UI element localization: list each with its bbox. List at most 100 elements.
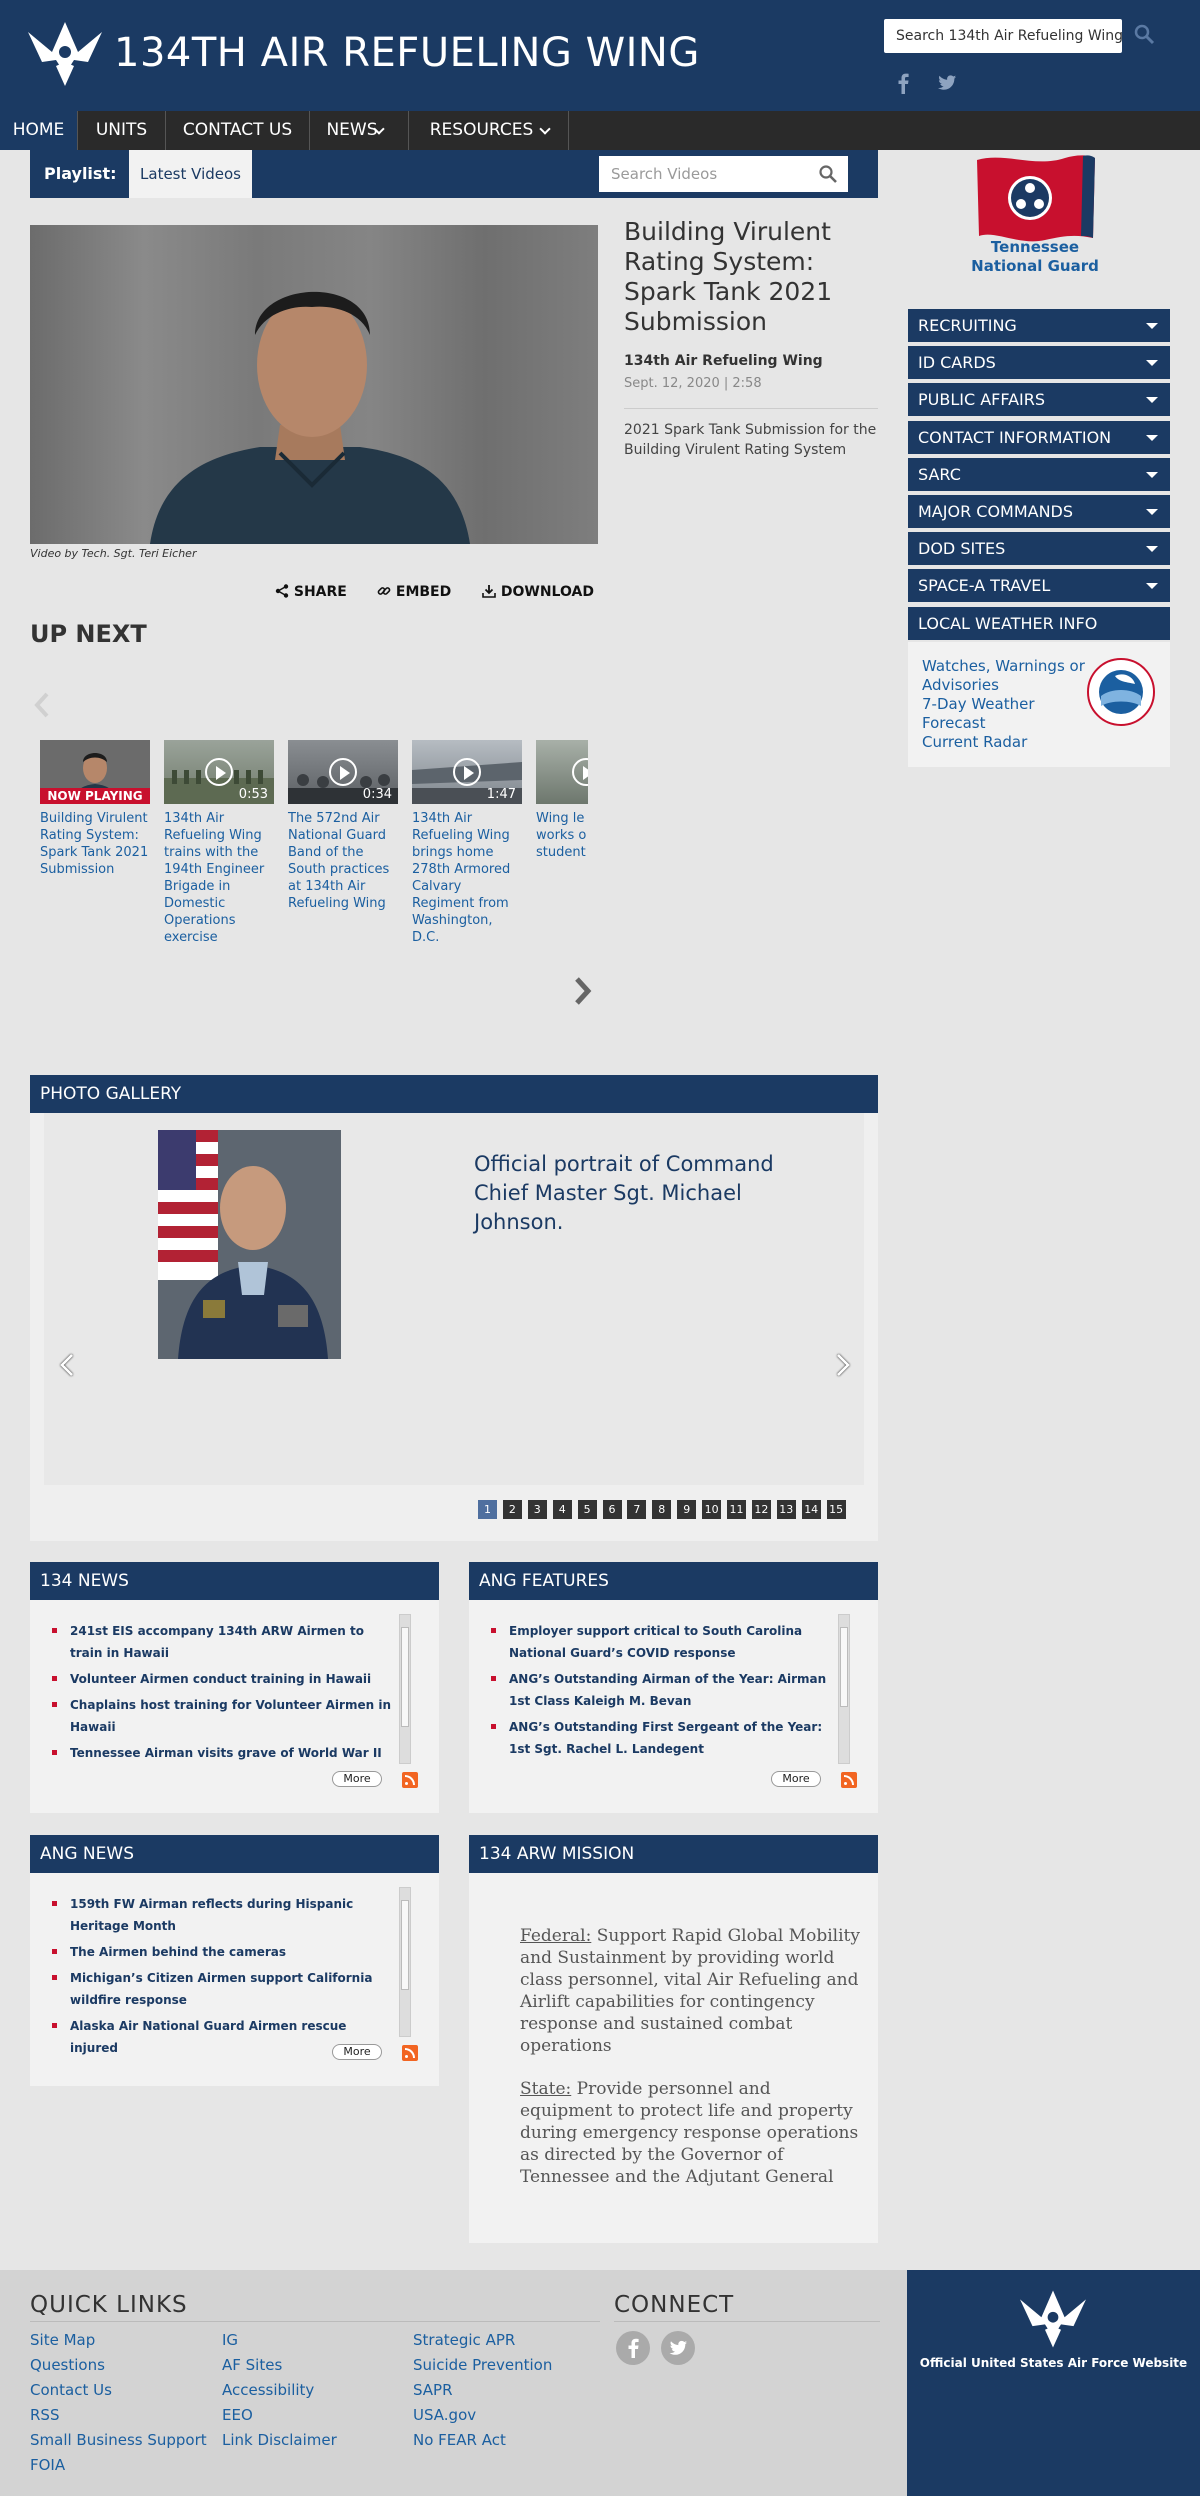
footer-link[interactable]: Site Map <box>30 2331 95 2349</box>
sidebar-item[interactable]: SPACE-A TRAVEL <box>908 569 1170 603</box>
up-next-caption[interactable]: 134th Air Refueling Wing brings home 278… <box>412 810 522 946</box>
news-item[interactable]: Michigan’s Citizen Airmen support Califo… <box>52 1967 392 2011</box>
page-button[interactable]: 3 <box>527 1500 547 1519</box>
up-next-caption[interactable]: Building Virulent Rating System: Spark T… <box>40 810 150 878</box>
scrollbar-thumb[interactable] <box>401 1900 409 1990</box>
rss-icon[interactable] <box>402 2045 418 2061</box>
footer-link[interactable]: SAPR <box>413 2381 453 2399</box>
more-button[interactable]: More <box>332 2044 382 2060</box>
embed-button[interactable]: EMBED <box>377 584 451 600</box>
weather-forecast-link[interactable]: 7-Day Weather Forecast <box>922 695 1087 733</box>
up-next-caption[interactable]: Wing le works o student <box>536 810 588 861</box>
sidebar-item[interactable]: RECRUITING <box>908 309 1170 342</box>
site-search-input[interactable]: Search 134th Air Refueling Wing <box>884 19 1122 53</box>
facebook-icon[interactable] <box>616 2331 650 2365</box>
site-title[interactable]: 134TH AIR REFUELING WING <box>114 30 700 76</box>
footer-link[interactable]: FOIA <box>30 2456 65 2474</box>
rss-icon[interactable] <box>841 1772 857 1788</box>
footer-link[interactable]: Accessibility <box>222 2381 314 2399</box>
rss-icon[interactable] <box>402 1772 418 1788</box>
sidebar-item[interactable]: ID CARDS <box>908 346 1170 380</box>
sidebar-item[interactable]: LOCAL WEATHER INFO <box>908 606 1170 640</box>
news-item[interactable]: 241st EIS accompany 134th ARW Airmen to … <box>52 1620 392 1664</box>
footer-link[interactable]: Suicide Prevention <box>413 2356 552 2374</box>
twitter-icon[interactable] <box>936 72 958 94</box>
up-next-item[interactable]: NOW PLAYING Building Virulent Rating Sys… <box>40 740 150 878</box>
scrollbar[interactable] <box>399 1887 411 2037</box>
page-button[interactable]: 8 <box>652 1500 672 1519</box>
up-next-item[interactable]: 0:53 134th Air Refueling Wing trains wit… <box>164 740 274 946</box>
chevron-left-icon[interactable] <box>58 1352 76 1378</box>
search-icon[interactable] <box>1132 22 1156 46</box>
footer-link[interactable]: No FEAR Act <box>413 2431 506 2449</box>
footer-link[interactable]: USA.gov <box>413 2406 476 2424</box>
news-item[interactable]: 159th FW Airman reflects during Hispanic… <box>52 1893 392 1937</box>
footer-link[interactable]: Questions <box>30 2356 105 2374</box>
up-next-item[interactable]: 0:34 The 572nd Air National Guard Band o… <box>288 740 398 912</box>
footer-link[interactable]: Contact Us <box>30 2381 112 2399</box>
sidebar-item[interactable]: DOD SITES <box>908 532 1170 566</box>
more-button[interactable]: More <box>771 1771 821 1787</box>
page-button[interactable]: 10 <box>702 1500 722 1519</box>
page-button[interactable]: 12 <box>751 1500 771 1519</box>
facebook-icon[interactable] <box>893 72 913 94</box>
news-item[interactable]: The Airmen behind the cameras <box>52 1941 392 1963</box>
up-next-item[interactable]: 1:47 134th Air Refueling Wing brings hom… <box>412 740 522 946</box>
air-force-logo[interactable] <box>28 22 102 86</box>
scrollbar-thumb[interactable] <box>840 1627 848 1707</box>
scrollbar-thumb[interactable] <box>401 1627 409 1727</box>
chevron-right-icon[interactable] <box>834 1352 852 1378</box>
air-force-website-label[interactable]: Official United States Air Force Website <box>907 2356 1200 2370</box>
up-next-item[interactable]: Wing le works o student <box>536 740 588 861</box>
footer-link[interactable]: EEO <box>222 2406 253 2424</box>
tennessee-flag-icon[interactable] <box>975 150 1097 242</box>
page-button[interactable]: 2 <box>502 1500 522 1519</box>
page-button[interactable]: 5 <box>577 1500 597 1519</box>
footer-link[interactable]: AF Sites <box>222 2356 282 2374</box>
page-button[interactable]: 9 <box>677 1500 697 1519</box>
nws-logo-icon[interactable] <box>1087 658 1155 726</box>
sidebar-item[interactable]: CONTACT INFORMATION <box>908 420 1170 454</box>
chevron-left-icon[interactable] <box>30 690 54 720</box>
sidebar-item[interactable]: MAJOR COMMANDS <box>908 495 1170 528</box>
download-button[interactable]: DOWNLOAD <box>482 584 594 600</box>
footer-link[interactable]: Strategic APR <box>413 2331 515 2349</box>
more-button[interactable]: More <box>332 1771 382 1787</box>
page-button[interactable]: 1 <box>478 1500 497 1519</box>
scrollbar[interactable] <box>399 1614 411 1764</box>
footer-link[interactable]: Small Business Support <box>30 2431 207 2449</box>
scrollbar[interactable] <box>838 1614 850 1764</box>
page-button[interactable]: 13 <box>776 1500 796 1519</box>
page-button[interactable]: 14 <box>801 1500 821 1519</box>
page-button[interactable]: 7 <box>627 1500 647 1519</box>
air-force-logo[interactable] <box>1020 2290 1086 2348</box>
page-button[interactable]: 15 <box>826 1500 846 1519</box>
weather-radar-link[interactable]: Current Radar <box>922 733 1087 752</box>
news-item[interactable]: Chaplains host training for Volunteer Ai… <box>52 1694 392 1738</box>
footer-link[interactable]: RSS <box>30 2406 59 2424</box>
nav-units[interactable]: UNITS <box>78 111 166 150</box>
chevron-right-icon[interactable] <box>572 975 594 1007</box>
tab-latest-videos[interactable]: Latest Videos <box>129 150 252 198</box>
video-search-input[interactable]: Search Videos <box>599 156 848 192</box>
video-player[interactable] <box>30 225 598 544</box>
feature-item[interactable]: ANG’s Outstanding Airman of the Year: Ai… <box>491 1668 831 1712</box>
portrait-photo[interactable] <box>158 1130 341 1359</box>
weather-warnings-link[interactable]: Watches, Warnings or Advisories <box>922 657 1087 695</box>
tennessee-guard-label[interactable]: Tennessee National Guard <box>960 238 1110 276</box>
footer-link[interactable]: Link Disclaimer <box>222 2431 337 2449</box>
share-button[interactable]: SHARE <box>275 584 347 600</box>
page-button[interactable]: 11 <box>727 1500 746 1519</box>
nav-contact-us[interactable]: CONTACT US <box>166 111 310 150</box>
page-button[interactable]: 4 <box>552 1500 572 1519</box>
footer-link[interactable]: IG <box>222 2331 238 2349</box>
news-item[interactable]: Tennessee Airman visits grave of World W… <box>52 1742 392 1764</box>
video-author[interactable]: 134th Air Refueling Wing <box>624 353 823 369</box>
feature-item[interactable]: Employer support critical to South Carol… <box>491 1620 831 1664</box>
nav-home[interactable]: HOME <box>0 111 78 150</box>
news-item[interactable]: Volunteer Airmen conduct training in Haw… <box>52 1668 392 1690</box>
nav-news[interactable]: NEWS <box>310 111 409 150</box>
page-button[interactable]: 6 <box>602 1500 622 1519</box>
sidebar-item[interactable]: PUBLIC AFFAIRS <box>908 383 1170 417</box>
search-icon[interactable] <box>818 164 838 184</box>
